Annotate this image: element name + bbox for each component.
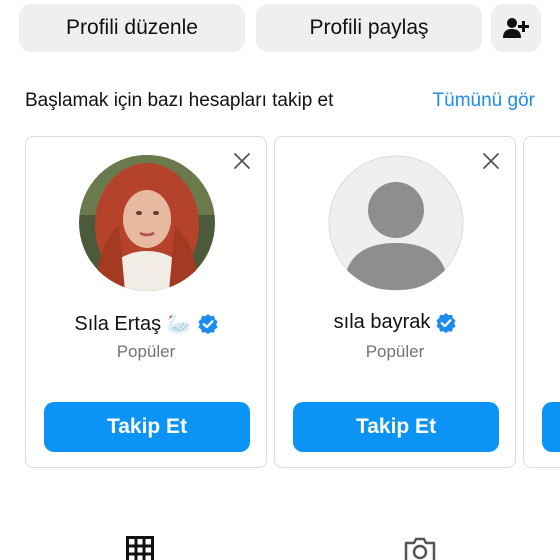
suggestion-card[interactable]: sıla bayrak Popüler Takip Et — [274, 136, 516, 468]
account-name-row: Sıla Ertaş 🦢 — [26, 311, 266, 336]
edit-profile-label: Profili düzenle — [66, 16, 198, 39]
account-subtitle: Popüler — [116, 342, 176, 361]
grid-icon[interactable] — [126, 536, 154, 560]
verified-badge-icon — [436, 312, 456, 333]
share-profile-label: Profili paylaş — [309, 16, 429, 39]
follow-button[interactable]: Takip Et — [44, 402, 250, 452]
account-name-row: sıla bayrak — [275, 311, 515, 334]
account-name[interactable]: Sıla Ertaş 🦢 — [74, 311, 191, 336]
profile-page: Profili düzenle Profili paylaş Başlamak … — [0, 0, 560, 560]
default-avatar[interactable] — [328, 155, 464, 291]
suggestion-card-partial[interactable] — [523, 136, 560, 468]
avatar[interactable] — [79, 155, 215, 291]
discover-people-button[interactable] — [491, 4, 541, 52]
verified-badge-icon — [197, 313, 218, 334]
follow-button-label: Takip Et — [106, 415, 188, 438]
account-subtitle: Popüler — [365, 342, 425, 361]
camera-tag-icon[interactable] — [403, 536, 437, 560]
suggestion-card[interactable]: Sıla Ertaş 🦢 Popüler Takip Et — [25, 136, 267, 468]
follow-button[interactable] — [542, 402, 560, 452]
follow-button[interactable]: Takip Et — [293, 402, 499, 452]
see-all-link[interactable]: Tümünü gör — [433, 90, 535, 112]
close-icon[interactable] — [481, 151, 501, 171]
close-icon[interactable] — [232, 151, 252, 171]
person-add-icon — [503, 18, 529, 38]
share-profile-button[interactable]: Profili paylaş — [256, 4, 482, 52]
account-name[interactable]: sıla bayrak — [334, 311, 431, 334]
suggestions-title: Başlamak için bazı hesapları takip et — [25, 90, 334, 111]
edit-profile-button[interactable]: Profili düzenle — [19, 4, 245, 52]
follow-button-label: Takip Et — [355, 415, 437, 438]
